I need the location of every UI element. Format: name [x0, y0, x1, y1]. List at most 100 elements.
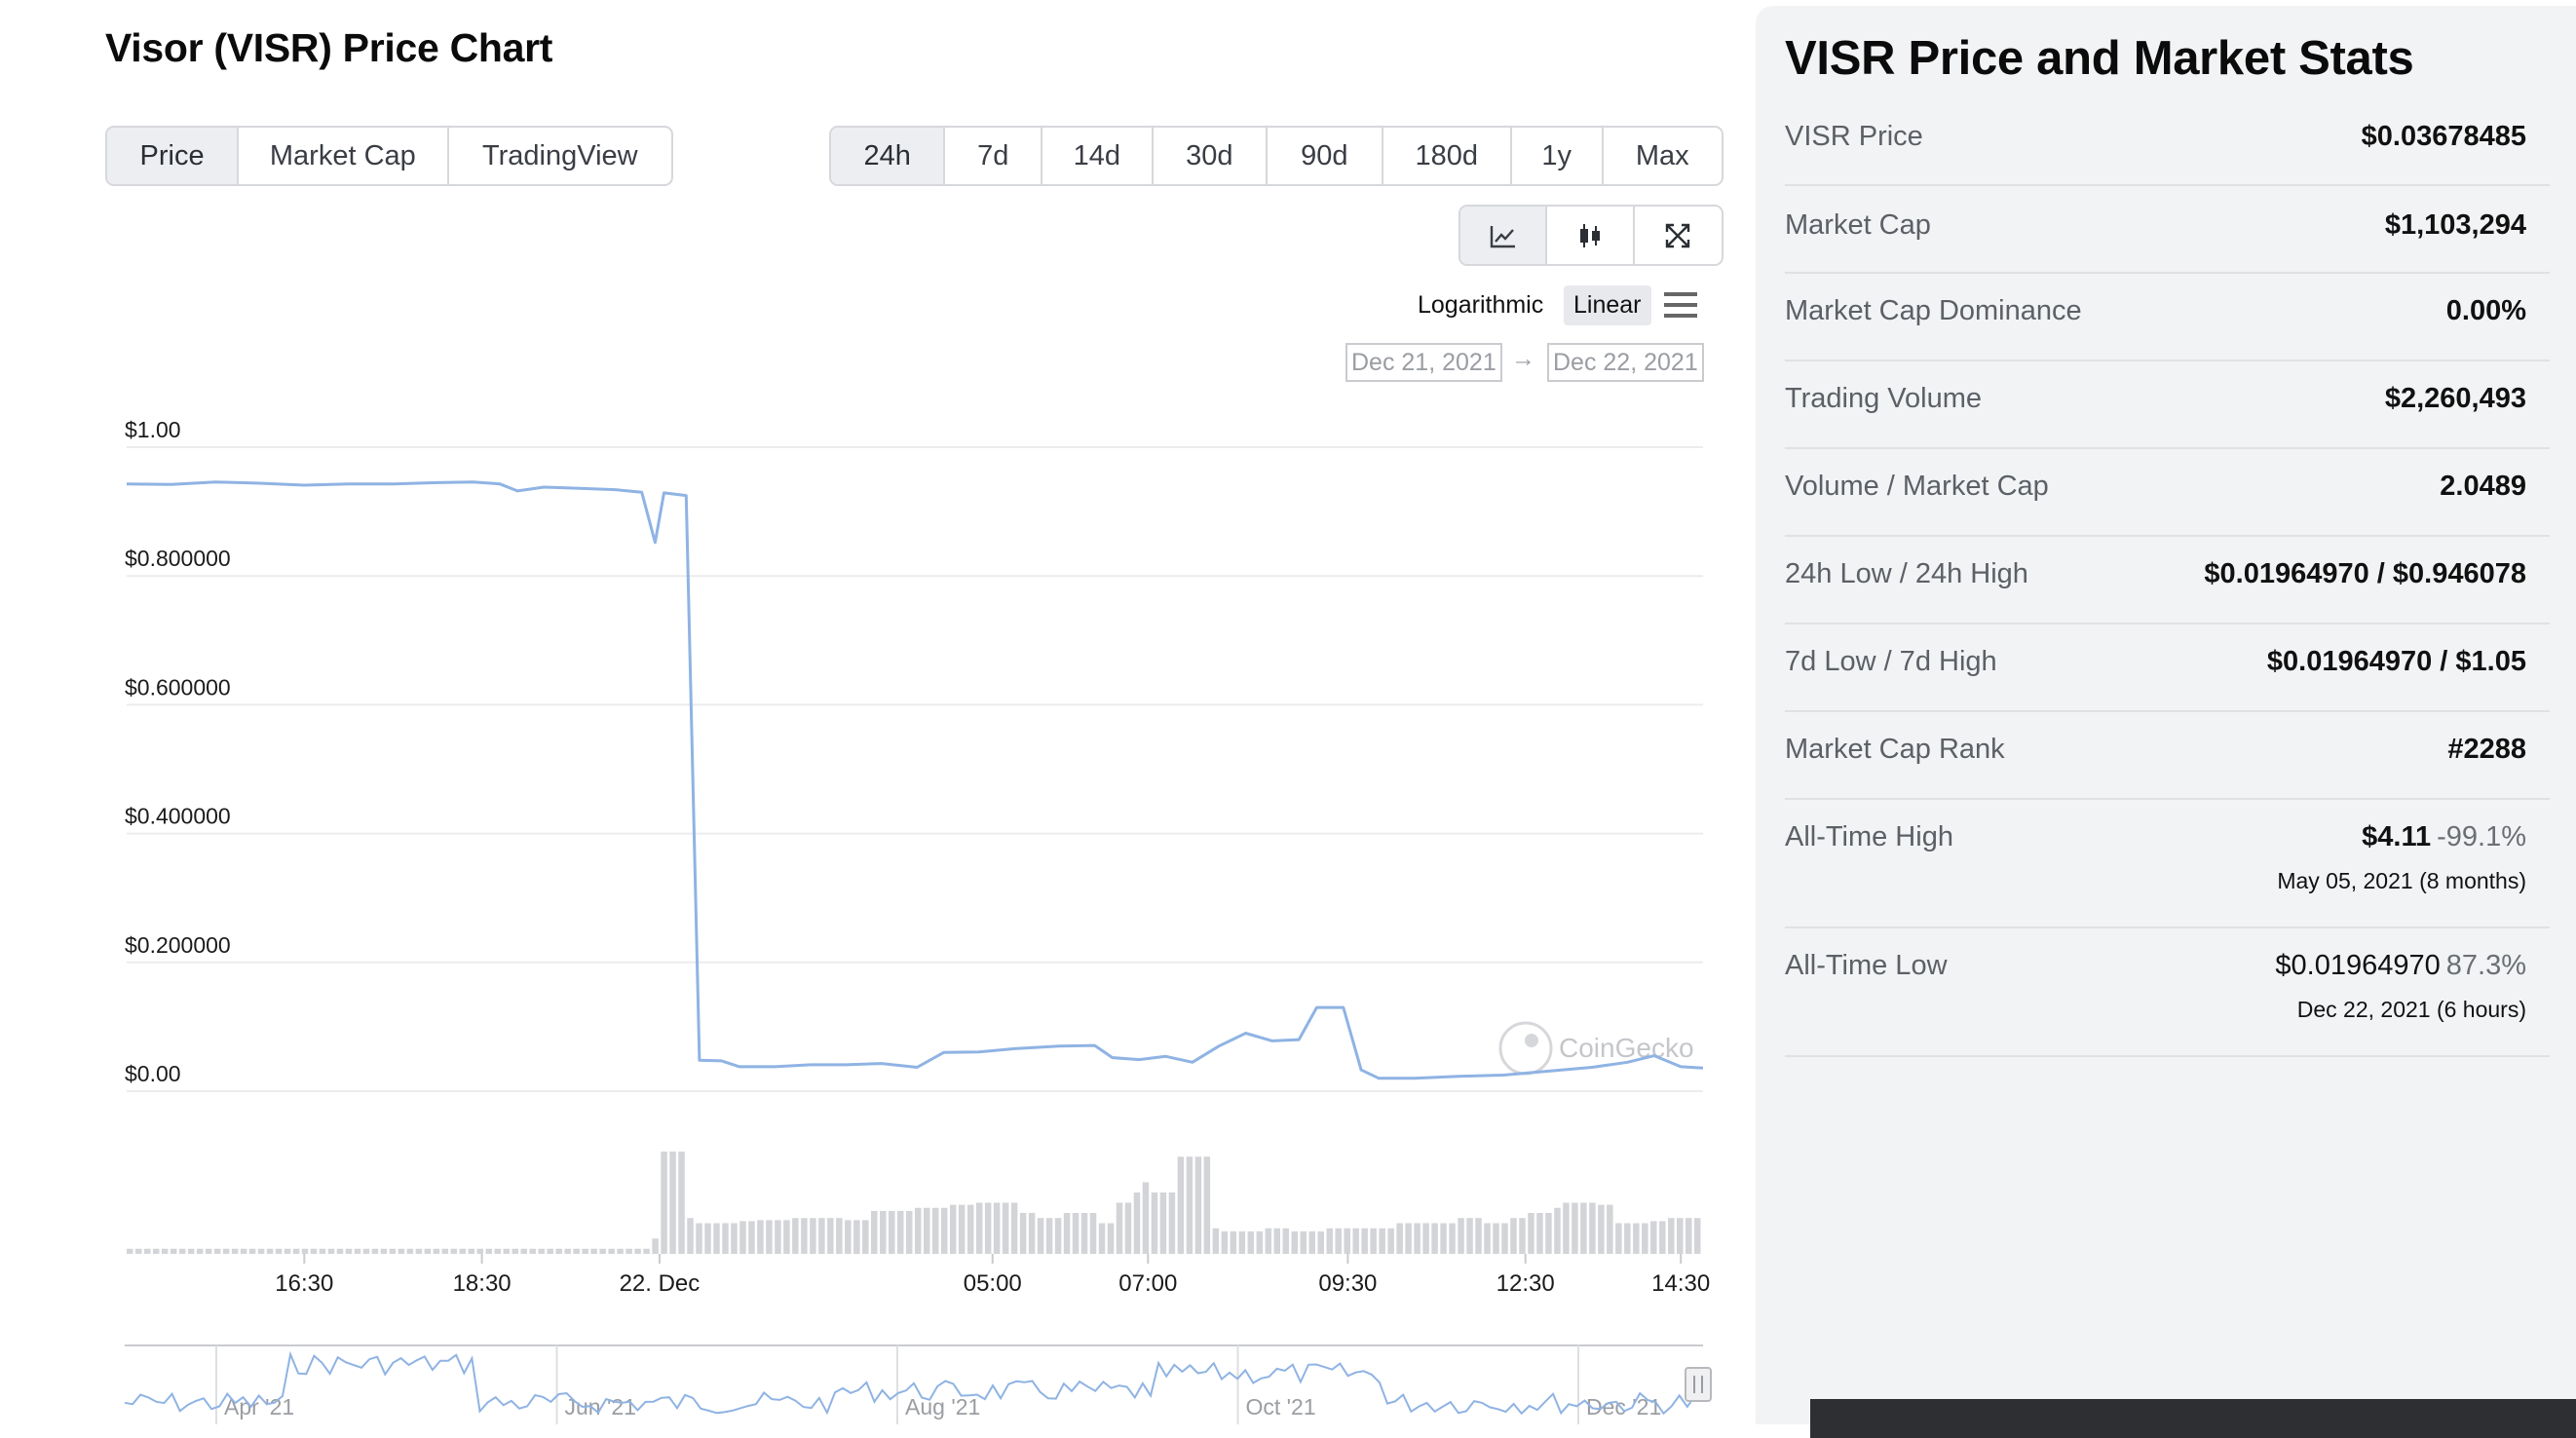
- range-navigator[interactable]: Apr '21 Jun '21 Aug '21 Oct '21 Dec '21: [124, 1344, 1712, 1424]
- volume-bar: [520, 1248, 527, 1254]
- volume-bar: [582, 1248, 588, 1254]
- volume-bar: [1694, 1218, 1701, 1254]
- volume-bar: [1650, 1221, 1657, 1254]
- volume-bar: [196, 1248, 204, 1254]
- volume-bar: [1405, 1223, 1412, 1254]
- volume-bar: [1256, 1230, 1264, 1254]
- stat-label: Market Cap Rank: [1785, 734, 2005, 765]
- stat-value: $2,260,493: [2384, 383, 2526, 414]
- volume-bar: [380, 1248, 388, 1254]
- volume-bar: [310, 1248, 318, 1254]
- stat-row-atl: All-Time Low $0.01964970 87.3% Dec 22, 20…: [1785, 928, 2550, 1057]
- stat-value: 0.00%: [2445, 295, 2526, 326]
- volume-bar: [1633, 1223, 1640, 1254]
- volume-bar: [1422, 1223, 1429, 1254]
- volume-bar: [1045, 1218, 1053, 1254]
- volume-bar: [398, 1248, 405, 1254]
- stat-label: 7d Low / 7d High: [1785, 646, 1997, 677]
- navigator-label: Apr '21: [224, 1394, 294, 1419]
- volume-bar: [187, 1248, 195, 1254]
- volume-bar: [792, 1218, 799, 1254]
- stat-label: Volume / Market Cap: [1785, 471, 2049, 502]
- volume-bar: [450, 1248, 458, 1254]
- volume-bar: [1194, 1156, 1202, 1254]
- stat-label: All-Time Low: [1785, 950, 1948, 981]
- y-tick-label: $0.200000: [125, 932, 231, 958]
- volume-bar: [494, 1248, 502, 1254]
- volume-bar: [958, 1204, 966, 1254]
- volume-bar: [222, 1248, 230, 1254]
- volume-bar: [1098, 1223, 1106, 1254]
- volume-bar: [1089, 1213, 1097, 1254]
- volume-bar: [213, 1248, 221, 1254]
- volume-bar: [301, 1248, 309, 1254]
- volume-bar: [231, 1248, 239, 1254]
- volume-bar: [538, 1248, 545, 1254]
- stat-row-volume-market-cap: Volume / Market Cap 2.0489: [1785, 449, 2550, 537]
- volume-bar: [1212, 1228, 1220, 1254]
- volume-bar: [845, 1220, 852, 1254]
- volume-bar: [590, 1248, 597, 1254]
- volume-bar: [1361, 1228, 1368, 1254]
- x-tick-label: 14:30: [1651, 1270, 1710, 1297]
- stat-value: $0.01964970 / $0.946078: [2204, 558, 2526, 589]
- stat-value: $1,103,294: [2384, 209, 2526, 241]
- volume-bar: [1484, 1223, 1491, 1254]
- stat-value: 2.0489: [2440, 471, 2526, 502]
- y-tick-label: $0.600000: [125, 674, 231, 700]
- volume-bar: [1370, 1228, 1377, 1254]
- volume-bar: [266, 1248, 274, 1254]
- volume-bar: [362, 1248, 370, 1254]
- volume-bar: [915, 1207, 922, 1254]
- volume-bar: [1151, 1192, 1158, 1254]
- atl-change: 87.3%: [2445, 950, 2526, 981]
- volume-bar: [634, 1248, 641, 1254]
- volume-bar: [940, 1207, 948, 1254]
- volume-bar: [1282, 1228, 1290, 1254]
- volume-bar: [1221, 1230, 1229, 1254]
- price-line: [126, 480, 1704, 1080]
- volume-bar: [1624, 1223, 1631, 1254]
- volume-bar: [468, 1248, 475, 1254]
- stat-row-dominance: Market Cap Dominance 0.00%: [1785, 274, 2550, 361]
- x-tick-label: 05:00: [964, 1270, 1022, 1297]
- volume-bar: [336, 1248, 344, 1254]
- x-tick-label: 07:00: [1118, 1270, 1177, 1297]
- volume-bar: [459, 1248, 467, 1254]
- volume-bar: [248, 1248, 256, 1254]
- volume-bar: [696, 1223, 702, 1254]
- volume-bar: [152, 1248, 160, 1254]
- volume-bar: [1659, 1221, 1666, 1254]
- volume-bar: [1352, 1228, 1359, 1254]
- stat-row-24h-range: 24h Low / 24h High $0.01964970 / $0.9460…: [1785, 537, 2550, 624]
- volume-bar: [1265, 1228, 1272, 1254]
- volume-bar: [1396, 1223, 1403, 1254]
- navigator-handle[interactable]: [1685, 1367, 1712, 1402]
- volume-bar: [327, 1248, 335, 1254]
- y-tick-label: $0.800000: [125, 546, 231, 571]
- volume-bar: [170, 1248, 177, 1254]
- volume-bar: [424, 1248, 432, 1254]
- volume-bar: [836, 1218, 843, 1254]
- volume-bar: [1536, 1213, 1543, 1254]
- volume-bar: [1072, 1213, 1080, 1254]
- price-chart[interactable]: $1.00 $0.800000 $0.600000 $0.400000 $0.20000…: [0, 0, 1744, 1424]
- volume-bar: [1124, 1202, 1132, 1254]
- volume-bar: [1493, 1223, 1499, 1254]
- volume-bar: [433, 1248, 440, 1254]
- volume-bar: [871, 1210, 878, 1254]
- navigator-label: Oct '21: [1246, 1394, 1316, 1419]
- volume-bar: [485, 1248, 493, 1254]
- volume-bar: [292, 1248, 300, 1254]
- volume-bar: [1387, 1228, 1394, 1254]
- volume-bar: [827, 1218, 834, 1254]
- volume-bar: [1230, 1230, 1237, 1254]
- volume-bar: [608, 1248, 615, 1254]
- volume-bar: [161, 1248, 169, 1254]
- x-tick-label: 18:30: [453, 1270, 511, 1297]
- volume-bar: [1019, 1213, 1027, 1254]
- volume-bar: [1572, 1202, 1578, 1254]
- volume-bar: [1159, 1192, 1167, 1254]
- volume-bar: [205, 1248, 212, 1254]
- volume-bar: [1528, 1213, 1534, 1254]
